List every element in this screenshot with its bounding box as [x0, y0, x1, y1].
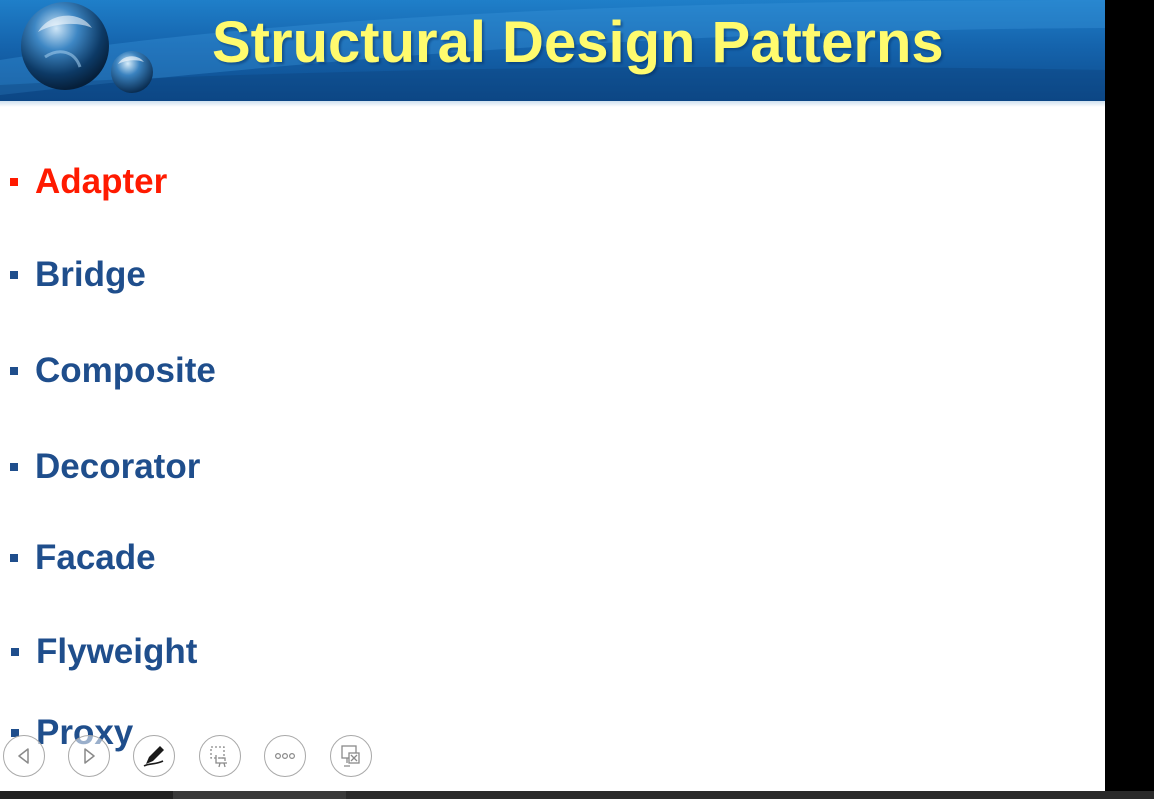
list-item-label: Flyweight: [36, 632, 198, 671]
list-item-label: Bridge: [35, 255, 146, 294]
next-slide-button[interactable]: [68, 735, 110, 777]
previous-slide-button[interactable]: [3, 735, 45, 777]
sphere-logo-icon: [21, 2, 153, 93]
screen-close-icon: [341, 745, 360, 767]
title-banner: Structural Design Patterns: [0, 0, 1105, 101]
slides-grid-icon: [210, 746, 227, 768]
pen-tool-button[interactable]: [133, 735, 175, 777]
pen-icon: [143, 746, 164, 767]
list-item-label: Decorator: [35, 447, 201, 486]
bullet-square-icon: [11, 648, 19, 656]
bullet-square-icon: [10, 367, 18, 375]
list-item-decorator: Decorator: [10, 445, 200, 489]
bottom-strip: [0, 791, 1154, 799]
list-item-flyweight: Flyweight: [11, 630, 197, 674]
end-show-button[interactable]: [330, 735, 372, 777]
ellipsis-icon: [274, 752, 296, 760]
banner-divider: [0, 101, 1105, 107]
bullet-square-icon: [10, 271, 18, 279]
slideshow-controls: [0, 735, 400, 781]
list-item-adapter: Adapter: [10, 160, 167, 204]
list-item-bridge: Bridge: [10, 253, 146, 297]
bullet-square-icon: [10, 178, 18, 186]
list-item-label: Composite: [35, 351, 216, 390]
bullet-square-icon: [10, 554, 18, 562]
list-item-label: Facade: [35, 538, 156, 577]
triangle-left-icon: [18, 748, 29, 764]
bullet-square-icon: [10, 463, 18, 471]
list-item-composite: Composite: [10, 349, 216, 393]
slide-title: Structural Design Patterns: [212, 10, 944, 75]
see-all-slides-button[interactable]: [199, 735, 241, 777]
more-options-button[interactable]: [264, 735, 306, 777]
list-item-label: Adapter: [35, 162, 168, 201]
triangle-right-icon: [84, 748, 95, 764]
list-item-facade: Facade: [10, 536, 156, 580]
presentation-slide: Structural Design Patterns Adapter Bridg…: [0, 0, 1105, 791]
